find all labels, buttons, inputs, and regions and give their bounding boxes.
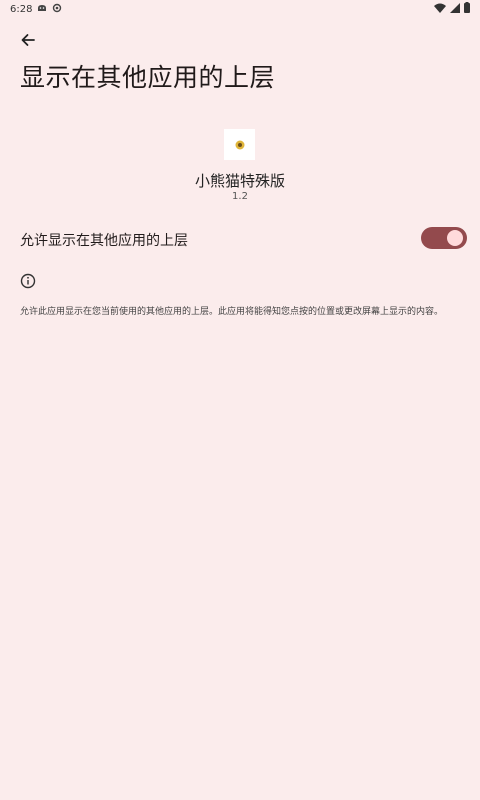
battery-icon [464,2,470,16]
sync-icon [52,3,62,16]
app-logo-icon [224,129,255,160]
permission-row[interactable]: 允许显示在其他应用的上层 [0,222,480,256]
status-left: 6:28 [10,3,62,16]
info-icon [20,273,36,289]
status-bar: 6:28 [0,0,480,18]
android-notification-icon [37,3,47,16]
wifi-icon [434,3,446,16]
toggle-thumb [447,230,463,246]
back-button[interactable] [16,30,40,54]
status-right [434,2,470,16]
arrow-back-icon [20,32,36,52]
app-name: 小熊猫特殊版 [194,172,285,190]
permission-label: 允许显示在其他应用的上层 [20,233,188,249]
app-version: 1.2 [232,191,248,202]
page-title: 显示在其他应用的上层 [20,63,276,92]
status-time: 6:28 [10,3,33,15]
signal-icon [450,2,460,16]
permission-description: 允许此应用显示在您当前使用的其他应用的上层。此应用将能得知您点按的位置或更改屏幕… [20,307,444,317]
permission-toggle[interactable] [421,227,467,249]
